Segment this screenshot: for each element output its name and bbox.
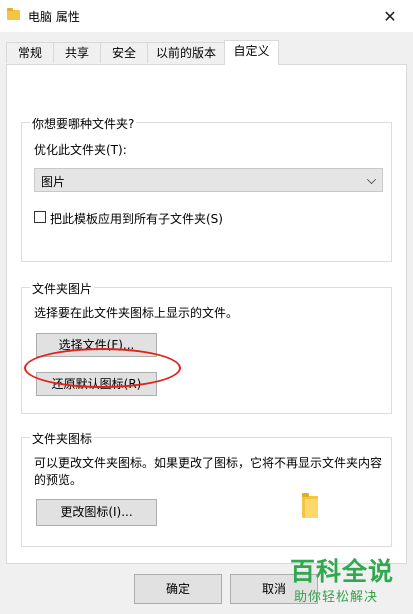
- folder-icon-group: 文件夹图标 可以更改文件夹图标。如果更改了图标，它将不再显示文件夹内容 的预览。…: [21, 430, 392, 547]
- apply-subfolders-label: 把此模板应用到所有子文件夹(S): [50, 212, 223, 226]
- folder-preview-icon: [302, 493, 318, 518]
- folder-type-group: 你想要哪种文件夹? 优化此文件夹(T): 图片 把此模板应用到所有子文件夹(S): [21, 115, 392, 262]
- red-highlight-ellipse: [24, 348, 181, 388]
- watermark-logo: 百科全说: [290, 557, 395, 586]
- watermark-slogan: 助你轻松解决: [294, 590, 379, 605]
- window-title: 电脑 属性: [28, 10, 80, 24]
- tab-security[interactable]: 安全: [100, 42, 148, 63]
- tab-previous-versions[interactable]: 以前的版本: [147, 42, 225, 63]
- title-bar: 电脑 属性 ✕: [0, 0, 413, 32]
- folder-icon-description-line2: 的预览。: [34, 473, 83, 487]
- ok-button[interactable]: 确定: [134, 574, 222, 604]
- folder-picture-group-title: 文件夹图片: [30, 280, 95, 297]
- folder-picture-description: 选择要在此文件夹图标上显示的文件。: [34, 306, 239, 320]
- change-icon-button[interactable]: 更改图标(I)...: [36, 499, 157, 526]
- folder-icon-description-line1: 可以更改文件夹图标。如果更改了图标，它将不再显示文件夹内容: [34, 456, 383, 470]
- folder-icon-group-title: 文件夹图标: [30, 430, 95, 447]
- optimize-select-value: 图片: [41, 175, 66, 189]
- tab-general[interactable]: 常规: [6, 42, 54, 63]
- dialog-client: 常规 共享 安全 以前的版本 自定义 你想要哪种文件夹? 优化此文件夹(T): …: [0, 32, 413, 614]
- optimize-label: 优化此文件夹(T):: [34, 143, 127, 157]
- close-button[interactable]: ✕: [367, 0, 413, 32]
- folder-icon: [7, 8, 20, 20]
- folder-type-group-title: 你想要哪种文件夹?: [30, 115, 137, 132]
- apply-subfolders-checkbox[interactable]: [34, 211, 46, 223]
- close-icon: ✕: [383, 6, 397, 26]
- tab-customize[interactable]: 自定义: [224, 40, 279, 65]
- chevron-down-icon: [367, 175, 376, 184]
- customize-page: 你想要哪种文件夹? 优化此文件夹(T): 图片 把此模板应用到所有子文件夹(S)…: [6, 64, 407, 564]
- optimize-select[interactable]: 图片: [34, 168, 383, 192]
- tab-sharing[interactable]: 共享: [53, 42, 101, 63]
